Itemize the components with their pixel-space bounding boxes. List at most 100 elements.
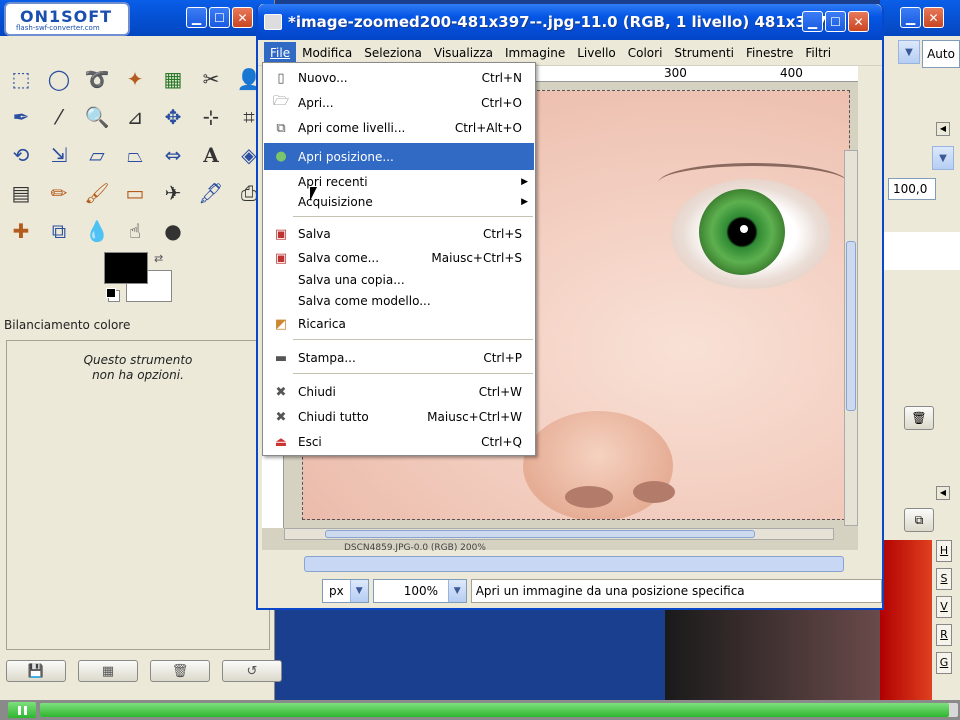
color-gradient-preview[interactable] [880, 540, 932, 700]
menu-modifica[interactable]: Modifica [296, 42, 358, 64]
inner-horizontal-scrollbar[interactable] [284, 528, 834, 540]
pause-icon[interactable] [8, 702, 36, 718]
horizontal-scrollbar[interactable] [304, 556, 844, 572]
fg-bg-colors[interactable]: ⇄ [104, 252, 172, 304]
channel-g-button[interactable]: G [936, 652, 952, 674]
unit-select[interactable]: px ▼ [322, 579, 369, 603]
restore-options-icon[interactable]: ▦ [78, 660, 138, 682]
playback-progress[interactable] [40, 703, 958, 717]
smudge-tool-icon[interactable]: ☝ [118, 214, 152, 248]
menu-seleziona[interactable]: Seleziona [358, 42, 428, 64]
rect-select-tool-icon[interactable]: ⬚ [4, 62, 38, 96]
menu-item-salva-come-modello[interactable]: Salva come modello... [264, 289, 534, 313]
scissors-tool-icon[interactable]: ✂ [194, 62, 228, 96]
menu-item-label: Stampa... [298, 351, 356, 365]
blend-tool-icon[interactable]: ▤ [4, 176, 38, 210]
layers-list[interactable] [880, 232, 960, 270]
dock-panel-menu-2-icon[interactable]: ◀ [936, 486, 950, 500]
minimize-icon[interactable]: ▁ [186, 7, 207, 28]
dock-minimize-icon[interactable]: ▁ [900, 7, 921, 28]
dock-close-icon[interactable]: ✕ [923, 7, 944, 28]
maximize-icon[interactable]: ☐ [209, 7, 230, 28]
fuzzy-select-tool-icon[interactable]: ✦ [118, 62, 152, 96]
menu-colori[interactable]: Colori [622, 42, 669, 64]
menu-item-chiudi-tutto[interactable]: ✖ Chiudi tutto Maiusc+Ctrl+W [264, 404, 534, 430]
close-icon[interactable]: ✕ [232, 7, 253, 28]
channel-v-button[interactable]: V [936, 596, 952, 618]
menu-visualizza[interactable]: Visualizza [428, 42, 499, 64]
menu-item-esci[interactable]: ⏏ Esci Ctrl+Q [264, 429, 534, 455]
auto-button[interactable]: Auto [922, 40, 960, 68]
submenu-arrow-icon: ▶ [521, 177, 528, 187]
channel-s-button[interactable]: S [936, 568, 952, 590]
free-select-tool-icon[interactable]: ➰ [80, 62, 114, 96]
flip-tool-icon[interactable]: ⇔ [156, 138, 190, 172]
foreground-color-swatch[interactable] [104, 252, 148, 284]
blur-tool-icon[interactable]: 💧 [80, 214, 114, 248]
iw-minimize-icon[interactable]: ▁ [802, 11, 823, 32]
reset-options-icon[interactable]: ↺ [222, 660, 282, 682]
menu-item-nuovo[interactable]: ▯ Nuovo... Ctrl+N [264, 65, 534, 91]
delete-layer-icon[interactable]: 🗑 [904, 406, 934, 430]
measure-tool-icon[interactable]: ⊿ [118, 100, 152, 134]
iw-maximize-icon[interactable]: ☐ [825, 11, 846, 32]
open-as-layers-icon: ⧉ [276, 120, 286, 136]
scale-tool-icon[interactable]: ⇲ [42, 138, 76, 172]
reset-colors-icon[interactable] [106, 288, 116, 298]
menu-immagine[interactable]: Immagine [499, 42, 571, 64]
heal-tool-icon[interactable]: ✚ [4, 214, 38, 248]
text-tool-icon[interactable]: A [194, 138, 228, 172]
menu-filtri[interactable]: Filtri [799, 42, 837, 64]
dock-dropdown-arrow-icon[interactable]: ▼ [898, 40, 920, 64]
menu-item-acquisizione[interactable]: Acquisizione ▶ [264, 190, 534, 214]
align-tool-icon[interactable]: ⊹ [194, 100, 228, 134]
zoom-tool-icon[interactable]: 🔍 [80, 100, 114, 134]
ink-tool-icon[interactable]: 🖋 [194, 176, 228, 210]
menu-item-label: Salva [298, 227, 331, 241]
menu-item-stampa[interactable]: ▬ Stampa... Ctrl+P [264, 345, 534, 371]
inner-vertical-scrollbar[interactable] [844, 150, 858, 526]
paintbrush-tool-icon[interactable]: 🖌 [80, 176, 114, 210]
menu-file[interactable]: File [264, 41, 297, 64]
menu-item-label: Apri recenti [298, 175, 368, 189]
select-by-color-tool-icon[interactable]: ▦ [156, 62, 190, 96]
menu-livello[interactable]: Livello [571, 42, 622, 64]
perspective-clone-tool-icon[interactable]: ⧉ [42, 214, 76, 248]
menu-item-chiudi[interactable]: ✖ Chiudi Ctrl+W [264, 379, 534, 405]
menu-item-apri-come-livelli[interactable]: ⧉ Apri come livelli... Ctrl+Alt+O [264, 115, 534, 141]
dock-panel-menu-icon[interactable]: ◀ [936, 122, 950, 136]
airbrush-tool-icon[interactable]: ✈ [156, 176, 190, 210]
zoom-value: 100% [403, 584, 439, 598]
menu-finestre[interactable]: Finestre [740, 42, 799, 64]
rotate-tool-icon[interactable]: ⟲ [4, 138, 38, 172]
iw-close-icon[interactable]: ✕ [848, 11, 869, 32]
ellipse-select-tool-icon[interactable]: ◯ [42, 62, 76, 96]
menu-item-apri-posizione[interactable]: ● Apri posizione... [264, 143, 534, 170]
pencil-tool-icon[interactable]: ✏ [42, 176, 76, 210]
shear-tool-icon[interactable]: ▱ [80, 138, 114, 172]
dock-tool-button-icon[interactable]: ⧉ [904, 508, 934, 532]
menu-strumenti[interactable]: Strumenti [668, 42, 740, 64]
perspective-tool-icon[interactable]: ⏢ [118, 138, 152, 172]
save-options-icon[interactable]: 💾 [6, 660, 66, 682]
opacity-value-field[interactable]: 100,0 [888, 178, 936, 200]
menu-item-ricarica[interactable]: ◩ Ricarica [264, 311, 534, 337]
dock-dropdown-2-icon[interactable]: ▼ [932, 146, 954, 170]
swap-colors-icon[interactable]: ⇄ [154, 252, 163, 265]
inner-hscroll-thumb[interactable] [325, 530, 755, 538]
channel-h-button[interactable]: H [936, 540, 952, 562]
zoom-dropdown-icon[interactable]: ▼ [447, 580, 466, 602]
dodge-burn-tool-icon[interactable]: ● [156, 214, 190, 248]
menu-item-salva[interactable]: ▣ Salva Ctrl+S [264, 221, 534, 247]
inner-vscroll-thumb[interactable] [846, 241, 856, 411]
channel-r-button[interactable]: R [936, 624, 952, 646]
menu-item-apri[interactable]: 🗁 Apri... Ctrl+O [264, 90, 534, 116]
eraser-tool-icon[interactable]: ▭ [118, 176, 152, 210]
zoom-select[interactable]: 100% ▼ [372, 579, 467, 603]
paths-tool-icon[interactable]: ✒ [4, 100, 38, 134]
delete-options-icon[interactable]: 🗑 [150, 660, 210, 682]
color-picker-tool-icon[interactable]: ⁄ [42, 100, 76, 134]
move-tool-icon[interactable]: ✥ [156, 100, 190, 134]
image-statusbar: px ▼ 100% ▼ Apri un immagine da una posi… [262, 576, 882, 606]
unit-dropdown-icon[interactable]: ▼ [349, 580, 368, 602]
